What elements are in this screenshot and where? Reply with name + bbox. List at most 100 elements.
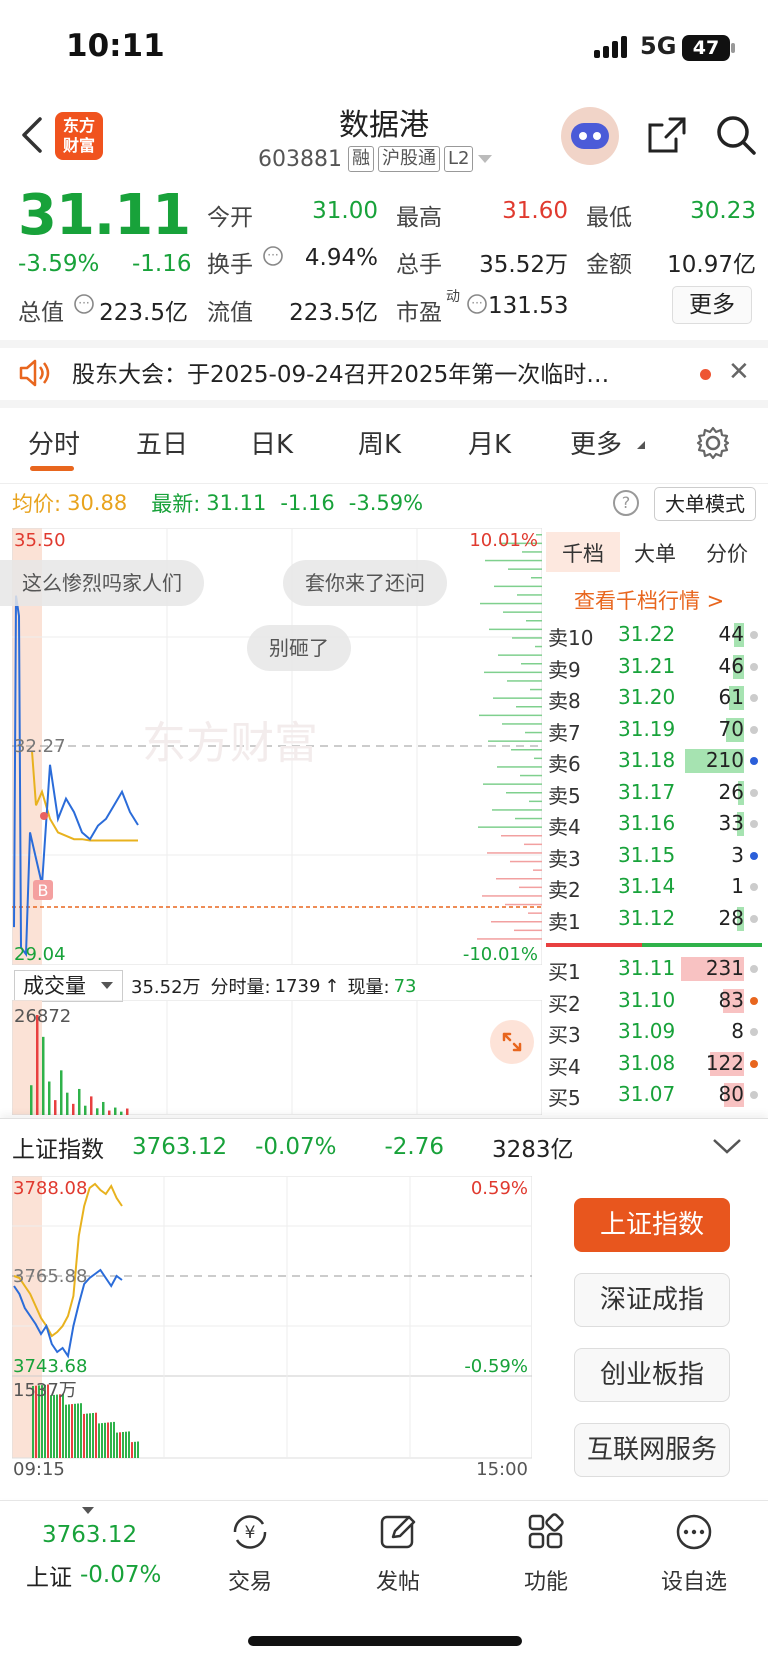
last-percent: -3.59% — [348, 491, 424, 515]
bid-level[interactable]: 买1 31.11 231 — [548, 954, 758, 984]
info-icon[interactable]: ··· — [262, 245, 284, 267]
ask-level[interactable]: 卖4 31.16 33 — [548, 809, 758, 839]
volume-bar — [84, 1105, 87, 1115]
index-volume-bar — [92, 1413, 94, 1458]
ask-level[interactable]: 卖8 31.20 61 — [548, 683, 758, 713]
vol-max-label: 26872 — [14, 1006, 71, 1027]
more-button[interactable]: 更多 — [672, 286, 752, 324]
ask-level[interactable]: 卖7 31.19 70 — [548, 715, 758, 745]
expand-button[interactable] — [490, 1020, 534, 1064]
ask-level[interactable]: 卖2 31.14 1 — [548, 872, 758, 902]
chevron-down-icon[interactable] — [477, 154, 493, 164]
danmaku-bubble[interactable]: 别砸了 — [247, 625, 351, 671]
level-dot — [750, 788, 758, 797]
bid-level[interactable]: 买2 31.10 83 — [548, 986, 758, 1016]
depth-bar — [487, 852, 542, 854]
level-dot — [750, 1091, 758, 1099]
level-volume: 1 — [731, 874, 744, 898]
depth-bar — [521, 663, 542, 665]
nav-index-pct: -0.07% — [80, 1562, 162, 1588]
tab-price-dist[interactable]: 分价 — [706, 538, 748, 568]
tab-daily[interactable]: 日K — [250, 424, 293, 461]
avg-value: 30.88 — [67, 491, 128, 515]
help-icon[interactable]: ? — [613, 490, 639, 516]
nav-trade[interactable]: ¥ 交易 — [180, 1512, 320, 1596]
chevron-down-icon[interactable] — [712, 1136, 742, 1156]
index-button-sh[interactable]: 上证指数 — [574, 1198, 730, 1252]
nav-watchlist-label: 设自选 — [660, 1570, 727, 1595]
level-dot — [750, 1059, 758, 1068]
level-price: 31.15 — [618, 842, 676, 867]
nav-functions[interactable]: 功能 — [476, 1512, 616, 1596]
depth-bar — [488, 740, 542, 742]
index-volume-bar — [116, 1432, 118, 1458]
level-price: 31.08 — [618, 1050, 676, 1075]
depth-bar — [478, 826, 542, 828]
buy-marker-text: B — [38, 881, 49, 900]
index-header[interactable]: 上证指数 3763.12 -0.07% -2.76 3283亿 — [12, 1130, 574, 1164]
level-dot — [750, 662, 758, 671]
volume-bar — [126, 1108, 129, 1115]
index-volume-bar — [137, 1441, 139, 1458]
ask-level[interactable]: 卖5 31.17 26 — [548, 778, 758, 808]
network-label: 5G — [640, 32, 677, 60]
index-chart[interactable]: 3788.08 3765.88 3743.68 0.59% -0.59% 153… — [12, 1176, 532, 1476]
close-icon[interactable]: ✕ — [728, 357, 750, 387]
tab-more[interactable]: 更多 — [570, 424, 622, 461]
index-button-cyb[interactable]: 创业板指 — [574, 1348, 730, 1402]
depth-link[interactable]: 查看千档行情 > — [574, 585, 724, 615]
notice-text[interactable]: 股东大会：于2025-09-24召开2025年第一次临时… — [72, 355, 682, 389]
gear-icon[interactable] — [696, 426, 730, 460]
level-price: 31.21 — [618, 653, 676, 678]
level-dot — [750, 757, 758, 765]
danmaku-bubble[interactable]: 这么惨烈吗家人们 — [0, 560, 204, 606]
high-value: 31.60 — [502, 198, 568, 224]
ask-level[interactable]: 卖1 31.12 28 — [548, 904, 758, 934]
level-label: 卖3 — [548, 846, 581, 871]
tab-5day[interactable]: 五日 — [136, 424, 188, 461]
level-label: 卖10 — [548, 626, 594, 650]
divider — [0, 483, 768, 484]
tab-intraday[interactable]: 分时 — [28, 424, 80, 461]
info-icon[interactable]: ··· — [466, 293, 488, 315]
tab-monthly[interactable]: 月K — [468, 424, 511, 461]
indicator-select[interactable]: 成交量 — [14, 970, 123, 1002]
tab-weekly[interactable]: 周K — [358, 424, 401, 461]
index-button-sz[interactable]: 深证成指 — [574, 1273, 730, 1327]
share-icon[interactable] — [646, 115, 688, 155]
orderbook-tabs: 千档 大单 分价 — [546, 532, 766, 572]
level-price: 31.18 — [618, 748, 676, 772]
tab-big-orders[interactable]: 大单 — [634, 538, 676, 568]
depth-bar — [477, 938, 542, 940]
volume-chart[interactable]: 26872 — [12, 1000, 542, 1115]
index-volume-bar — [104, 1422, 106, 1458]
bid-level[interactable]: 买3 31.09 8 — [548, 1017, 758, 1047]
ask-level[interactable]: 卖9 31.21 46 — [548, 652, 758, 682]
nav-index[interactable]: 上证 -0.07% — [26, 1558, 161, 1592]
ask-level[interactable]: 卖6 31.18 210 — [548, 746, 758, 776]
index-button-internet[interactable]: 互联网服务 — [574, 1423, 730, 1477]
search-icon[interactable] — [715, 114, 757, 156]
avg-label: 均价: — [12, 492, 62, 516]
danmaku-bubble[interactable]: 套你来了还问 — [283, 560, 447, 606]
depth-bar — [522, 551, 542, 553]
big-order-mode-button[interactable]: 大单模式 — [654, 487, 756, 521]
index-volume-bar — [50, 1395, 52, 1458]
info-icon[interactable]: ··· — [73, 293, 95, 315]
bid-level[interactable]: 买4 31.08 122 — [548, 1049, 758, 1079]
more-dots-icon — [676, 1514, 712, 1550]
volume-bar — [72, 1103, 75, 1115]
nav-index-value[interactable]: 3763.12 — [42, 1522, 137, 1548]
depth-bar — [496, 878, 542, 880]
depth-bar — [520, 774, 542, 777]
level-dot — [750, 883, 758, 891]
level-price: 31.14 — [618, 874, 676, 898]
bid-level[interactable]: 买5 31.07 80 — [548, 1080, 758, 1110]
depth-bar — [505, 903, 542, 906]
nav-watchlist[interactable]: 设自选 — [624, 1512, 764, 1596]
nav-post[interactable]: 发帖 — [328, 1512, 468, 1596]
level-volume: 33 — [718, 811, 744, 835]
tab-depth[interactable]: 千档 — [562, 538, 604, 568]
ask-level[interactable]: 卖3 31.15 3 — [548, 841, 758, 871]
ask-level[interactable]: 卖10 31.22 44 — [548, 620, 758, 650]
